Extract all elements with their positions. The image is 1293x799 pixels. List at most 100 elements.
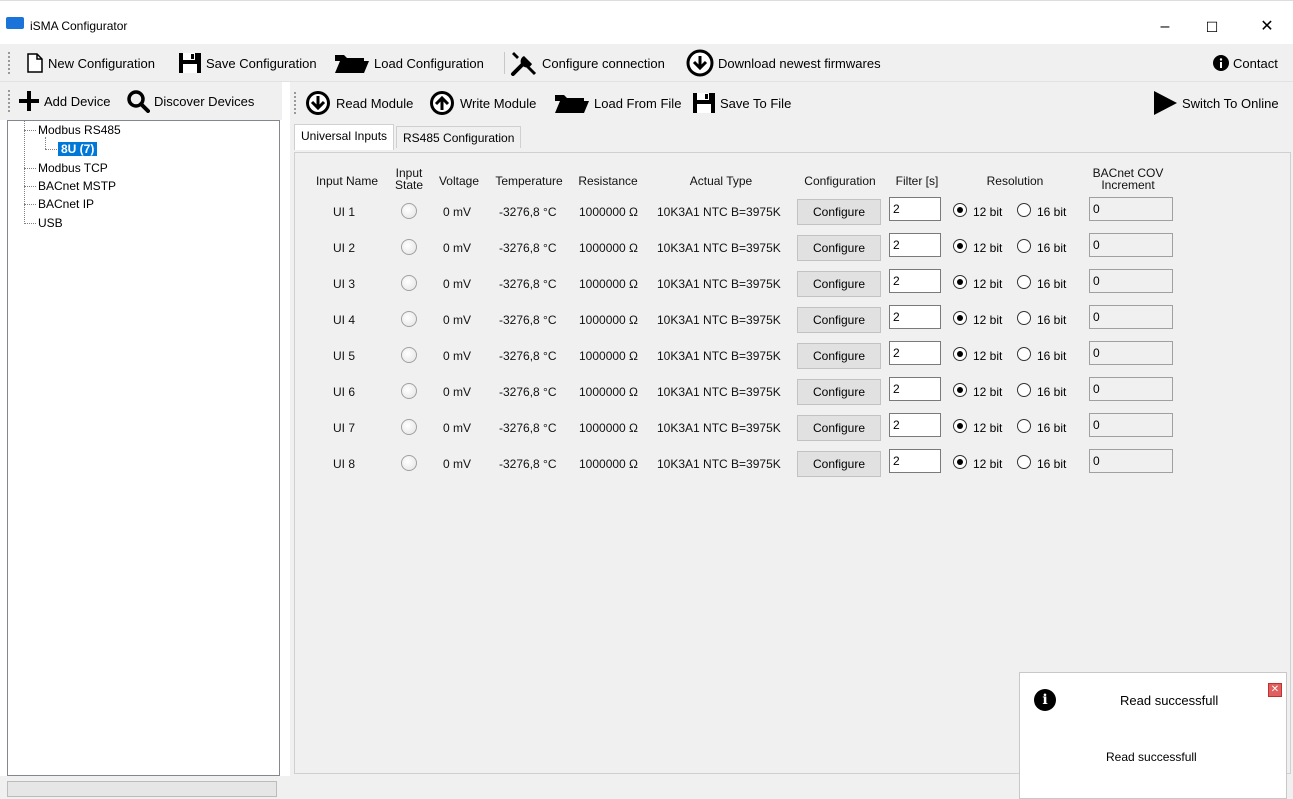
configure-button[interactable]: Configure: [797, 235, 881, 261]
bacnet-cov-input[interactable]: [1089, 341, 1173, 365]
filter-input[interactable]: [889, 449, 941, 473]
tree-node-device-8u[interactable]: 8U (7): [58, 142, 98, 156]
read-module-button[interactable]: Read Module: [304, 84, 413, 122]
save-to-file-button[interactable]: Save To File: [692, 84, 791, 122]
input-name: UI 6: [333, 385, 356, 399]
save-configuration-button[interactable]: Save Configuration: [178, 44, 317, 82]
resolution-12bit-label: 12 bit: [973, 205, 1003, 219]
bacnet-cov-input[interactable]: [1089, 269, 1173, 293]
tree-node-bacnet-mstp[interactable]: BACnet MSTP: [38, 179, 116, 193]
toolbar-grip[interactable]: [294, 92, 296, 114]
bacnet-cov-input[interactable]: [1089, 449, 1173, 473]
input-state-indicator-icon: [401, 347, 417, 363]
configure-button[interactable]: Configure: [797, 343, 881, 369]
configure-connection-button[interactable]: Configure connection: [510, 44, 665, 82]
filter-input[interactable]: [889, 341, 941, 365]
toolbar-grip[interactable]: [8, 52, 10, 74]
actual-type-value: 10K3A1 NTC B=3975K: [657, 205, 781, 219]
resolution-12bit-radio[interactable]: [953, 239, 967, 253]
filter-input[interactable]: [889, 197, 941, 221]
bacnet-cov-input[interactable]: [1089, 377, 1173, 401]
configure-button[interactable]: Configure: [797, 271, 881, 297]
resolution-12bit-radio[interactable]: [953, 419, 967, 433]
minimize-button[interactable]: –: [1150, 15, 1180, 39]
resolution-16bit-label: 16 bit: [1037, 277, 1067, 291]
configure-button[interactable]: Configure: [797, 379, 881, 405]
new-configuration-button[interactable]: New Configuration: [26, 44, 155, 82]
filter-input[interactable]: [889, 233, 941, 257]
input-state-indicator-icon: [401, 311, 417, 327]
resolution-12bit-radio[interactable]: [953, 275, 967, 289]
resolution-16bit-radio[interactable]: [1017, 455, 1031, 469]
filter-input[interactable]: [889, 413, 941, 437]
resolution-16bit-radio[interactable]: [1017, 383, 1031, 397]
contact-button[interactable]: Contact: [1213, 44, 1278, 82]
add-device-label: Add Device: [44, 93, 111, 109]
tree-node-modbus-tcp[interactable]: Modbus TCP: [38, 161, 108, 175]
voltage-value: 0 mV: [443, 385, 472, 399]
tree-line: [24, 223, 36, 224]
bacnet-cov-input[interactable]: [1089, 233, 1173, 257]
resolution-12bit-radio[interactable]: [953, 203, 967, 217]
add-device-button[interactable]: Add Device: [18, 82, 110, 120]
tab-rs485-configuration[interactable]: RS485 Configuration: [396, 126, 522, 148]
configure-button[interactable]: Configure: [797, 307, 881, 333]
window-title: iSMA Configurator: [30, 19, 128, 33]
load-from-file-button[interactable]: Load From File: [554, 84, 681, 122]
plus-icon: [18, 90, 40, 112]
toast-close-button[interactable]: ✕: [1268, 683, 1282, 697]
tree-line: [24, 204, 36, 205]
floppy-icon: [178, 52, 202, 74]
switch-online-button[interactable]: Switch To Online: [1152, 84, 1279, 122]
tree-node-usb[interactable]: USB: [38, 216, 63, 230]
resolution-12bit-label: 12 bit: [973, 385, 1003, 399]
resolution-12bit-radio[interactable]: [953, 347, 967, 361]
device-tree[interactable]: Modbus RS485 8U (7) Modbus TCP BACnet MS…: [7, 120, 280, 776]
configure-button[interactable]: Configure: [797, 199, 881, 225]
resolution-16bit-radio[interactable]: [1017, 275, 1031, 289]
info-icon: [1213, 55, 1229, 71]
bacnet-cov-input[interactable]: [1089, 305, 1173, 329]
load-configuration-label: Load Configuration: [374, 55, 484, 71]
configure-button[interactable]: Configure: [797, 415, 881, 441]
filter-input[interactable]: [889, 269, 941, 293]
write-module-button[interactable]: Write Module: [428, 84, 536, 122]
resolution-16bit-radio[interactable]: [1017, 347, 1031, 361]
bacnet-cov-input[interactable]: [1089, 197, 1173, 221]
tree-line: [45, 137, 46, 149]
resolution-12bit-radio[interactable]: [953, 383, 967, 397]
filter-input[interactable]: [889, 305, 941, 329]
resolution-16bit-radio[interactable]: [1017, 311, 1031, 325]
column-header-voltage: Voltage: [438, 174, 480, 188]
close-button[interactable]: ✕: [1252, 15, 1282, 39]
discover-devices-button[interactable]: Discover Devices: [126, 82, 254, 120]
tree-line: [24, 168, 36, 169]
maximize-button[interactable]: ☐: [1197, 15, 1227, 39]
filter-input[interactable]: [889, 377, 941, 401]
actual-type-value: 10K3A1 NTC B=3975K: [657, 385, 781, 399]
tree-line: [45, 149, 57, 150]
column-header-filter: Filter [s]: [895, 174, 939, 188]
input-state-indicator-icon: [401, 419, 417, 435]
actual-type-value: 10K3A1 NTC B=3975K: [657, 277, 781, 291]
tab-universal-inputs[interactable]: Universal Inputs: [294, 124, 395, 150]
load-configuration-button[interactable]: Load Configuration: [334, 44, 484, 82]
column-header-resolution: Resolution: [986, 174, 1044, 188]
resolution-16bit-radio[interactable]: [1017, 203, 1031, 217]
resolution-16bit-radio[interactable]: [1017, 419, 1031, 433]
arrow-down-circle-icon: [304, 89, 332, 117]
folder-icon: [554, 92, 590, 114]
resolution-12bit-radio[interactable]: [953, 455, 967, 469]
tree-node-bacnet-ip[interactable]: BACnet IP: [38, 197, 94, 211]
resolution-16bit-label: 16 bit: [1037, 205, 1067, 219]
resolution-16bit-label: 16 bit: [1037, 241, 1067, 255]
download-firmwares-button[interactable]: Download newest firmwares: [686, 44, 881, 82]
bacnet-cov-input[interactable]: [1089, 413, 1173, 437]
configure-button[interactable]: Configure: [797, 451, 881, 477]
toolbar-grip[interactable]: [8, 90, 10, 112]
resolution-12bit-radio[interactable]: [953, 311, 967, 325]
tree-node-modbus-rs485[interactable]: Modbus RS485: [38, 123, 121, 137]
resolution-16bit-label: 16 bit: [1037, 385, 1067, 399]
resolution-12bit-label: 12 bit: [973, 241, 1003, 255]
resolution-16bit-radio[interactable]: [1017, 239, 1031, 253]
